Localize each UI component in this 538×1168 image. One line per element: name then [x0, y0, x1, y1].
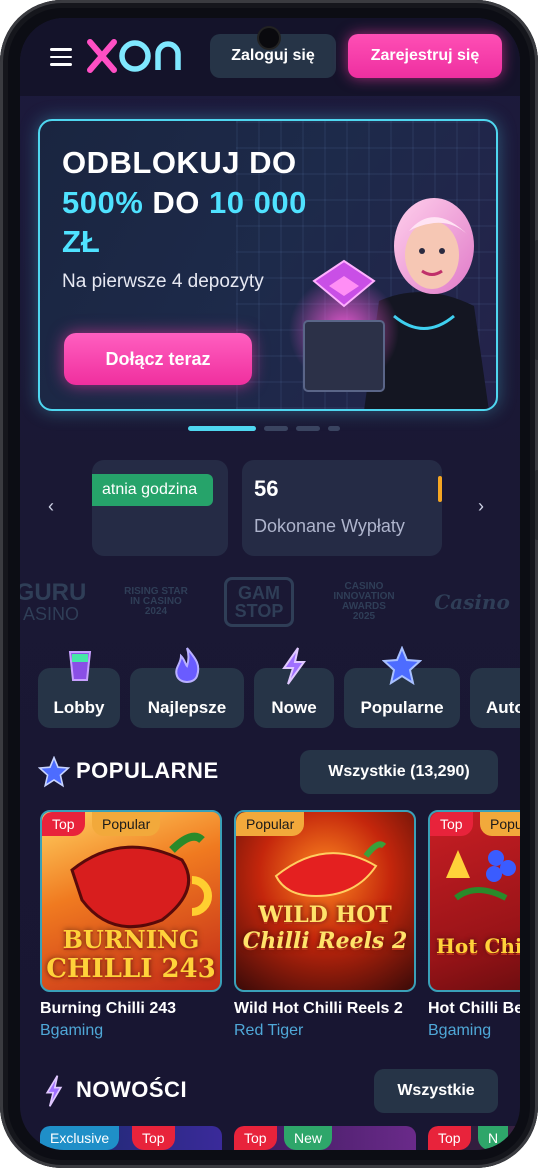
badge-popular: Popular [92, 812, 161, 836]
banner-headline-1: ODBLOKUJ DO [62, 145, 297, 180]
new-section-title: NOWOŚCI [76, 1077, 188, 1102]
category-auto[interactable]: Auto [470, 668, 520, 728]
hostess-illustration [289, 198, 489, 409]
category-label: Lobby [53, 698, 105, 717]
game-art-title: Hot Chilli [436, 934, 520, 958]
chilli-pepper-art [70, 832, 212, 929]
cocktail-icon [68, 651, 92, 681]
badge-top: Top [132, 1126, 175, 1150]
badge-top: Top [234, 1126, 277, 1150]
casino-guru-logo: GURU ASINO [20, 579, 87, 624]
badge-top: Top [428, 1126, 471, 1150]
game-thumbnail[interactable]: Top Popular 10 Hot Chilli [428, 810, 520, 992]
new-game-card[interactable]: Exclusive Top [40, 1126, 222, 1150]
partner-logos: GURU ASINO RISING STAR IN CASINO 2024 GA… [20, 574, 520, 630]
xon-logo[interactable] [86, 36, 190, 86]
stat-accent-bar [438, 476, 442, 502]
star-icon [382, 646, 422, 686]
join-now-button[interactable]: Dołącz teraz [64, 333, 252, 385]
badge-top: Top [430, 812, 473, 836]
rising-star-award-logo: RISING STAR IN CASINO 2024 [124, 586, 188, 617]
promo-banner[interactable]: ODBLOKUJ DO 500% DO 10 000 ZŁ Na pierwsz… [38, 119, 498, 411]
banner-do: DO [152, 185, 200, 220]
category-label: Najlepsze [147, 698, 227, 717]
christmas-decor-art [446, 850, 516, 901]
lightning-icon [45, 1075, 63, 1107]
chevron-left-icon[interactable]: ‹ [48, 496, 54, 517]
badge-new: N [478, 1126, 509, 1150]
game-thumbnail[interactable]: Top Popular BURNING CHILLI 243 [40, 810, 222, 992]
popular-section-title: POPULARNE [76, 758, 219, 783]
chevron-right-icon[interactable]: › [478, 496, 484, 517]
casino-review-logo: Casino [434, 590, 510, 614]
banner-headline-2: 500% DO 10 000 [62, 185, 307, 221]
game-card-burning-chilli[interactable]: Top Popular BURNING CHILLI 243 Burning C… [40, 810, 222, 1040]
game-provider[interactable]: Red Tiger [234, 1022, 416, 1040]
register-button[interactable]: Zarejestruj się [348, 34, 502, 78]
phone-frame: Zaloguj się Zarejestruj się ODBLOKUJ DO … [0, 0, 538, 1168]
game-art-number: 10 [430, 908, 520, 934]
category-label: Auto [486, 698, 520, 717]
stat-card-withdrawals: 56 Dokonane Wypłaty [242, 460, 442, 556]
stat-label: Dokonane Wypłaty [254, 516, 405, 536]
star-icon [38, 756, 70, 788]
category-label: Nowe [271, 698, 317, 717]
new-view-all-button[interactable]: Wszystkie [374, 1069, 498, 1113]
badge-top: Top [42, 812, 85, 836]
hamburger-menu-icon[interactable] [50, 48, 72, 66]
popular-view-all-button[interactable]: Wszystkie (13,290) [300, 750, 498, 794]
category-nav: Lobby Najlepsze Nowe Popularne Auto [20, 646, 520, 728]
badge-exclusive: Exclusive [40, 1126, 120, 1150]
new-game-card[interactable]: Top N [428, 1126, 520, 1150]
lightning-icon [282, 647, 306, 685]
front-camera [259, 28, 279, 48]
carousel-dot[interactable] [296, 426, 320, 431]
game-art-subtitle: CHILLI 243 [46, 954, 216, 984]
game-art-title: WILD HOT [258, 902, 392, 928]
badge-popular: Popular [236, 812, 305, 836]
game-name[interactable]: Burning Chilli 243 [40, 1000, 222, 1018]
badge-new: New [284, 1126, 333, 1150]
category-label: Popularne [360, 698, 444, 717]
new-game-card[interactable]: Top New [234, 1126, 416, 1150]
banner-subtitle: Na pierwsze 4 depozyty [62, 271, 264, 292]
carousel-dot[interactable] [264, 426, 288, 431]
game-name[interactable]: Wild Hot Chilli Reels 2 [234, 1000, 416, 1018]
game-art-subtitle: Chilli Reels 2 [242, 928, 408, 954]
bonus-percent: 500% [62, 185, 144, 220]
gamstop-logo: GAM STOP [224, 577, 294, 627]
stat-card-last-hour: atnia godzina [92, 460, 228, 556]
stat-pill: atnia godzina [92, 474, 214, 506]
carousel-dot-active[interactable] [188, 426, 256, 431]
screen: Zaloguj się Zarejestruj się ODBLOKUJ DO … [20, 18, 520, 1150]
game-card-hot-chilli-bells[interactable]: Top Popular 10 Hot Chilli Hot Chilli Bel… [428, 810, 520, 1040]
game-art-title: BURNING [62, 925, 200, 954]
logo-mark [87, 39, 181, 73]
game-name[interactable]: Hot Chilli Bells [428, 1000, 520, 1018]
chilli-pepper-art [274, 841, 386, 898]
stat-value: 56 [254, 476, 279, 501]
flame-icon [175, 647, 200, 683]
carousel-dot[interactable] [328, 426, 340, 431]
casino-innovation-awards-logo: CASINO INNOVATION AWARDS 2025 [333, 581, 395, 622]
game-provider[interactable]: Bgaming [428, 1022, 520, 1040]
game-thumbnail[interactable]: Popular WILD HOT Chilli Reels 2 [234, 810, 416, 992]
game-card-wild-hot-chilli[interactable]: Popular WILD HOT Chilli Reels 2 Wild Hot… [234, 810, 416, 1040]
game-provider[interactable]: Bgaming [40, 1022, 222, 1040]
banner-currency: ZŁ [62, 224, 100, 259]
carousel-indicators[interactable] [188, 426, 340, 431]
badge-popular: Popular [480, 812, 520, 836]
